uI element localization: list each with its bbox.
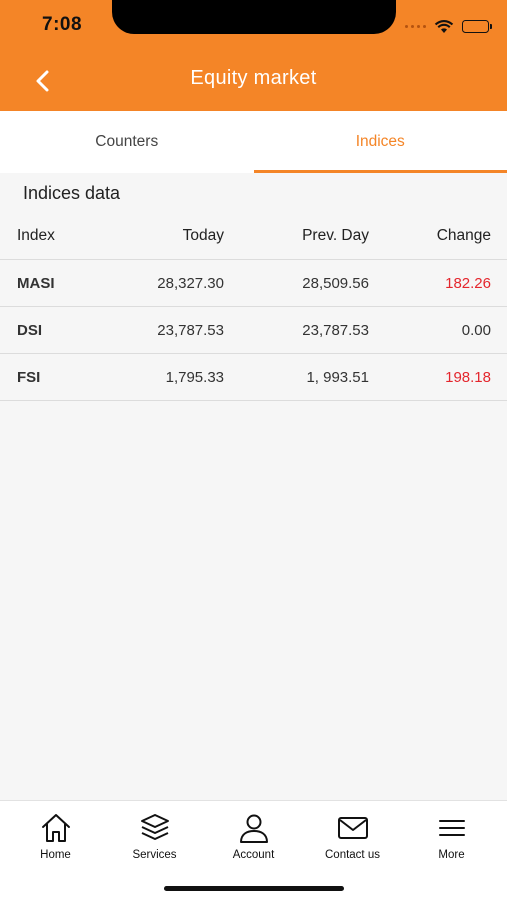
table-row[interactable]: FSI 1,795.33 1, 993.51 198.18 <box>0 354 507 401</box>
column-header-index: Index <box>17 227 55 244</box>
battery-icon <box>462 19 492 33</box>
nav-label: Contact us <box>325 849 380 861</box>
table-row[interactable]: MASI 28,327.30 28,509.56 182.26 <box>0 260 507 307</box>
nav-item-account[interactable]: Account <box>209 811 299 861</box>
index-name: MASI <box>17 274 55 292</box>
app-header: 7:08 Equity market <box>0 0 507 111</box>
change-value: 182.26 <box>445 274 491 292</box>
tab-counters[interactable]: Counters <box>0 111 254 173</box>
column-header-today: Today <box>182 227 224 244</box>
tab-bar: Counters Indices <box>0 111 507 173</box>
today-value: 23,787.53 <box>157 321 224 339</box>
bottom-navigation: Home Services Account Contact us More <box>0 800 507 900</box>
cellular-signal-icon <box>405 24 426 28</box>
table-row[interactable]: DSI 23,787.53 23,787.53 0.00 <box>0 307 507 354</box>
nav-label: More <box>438 849 465 861</box>
nav-label: Home <box>40 849 71 861</box>
nav-item-contact[interactable]: Contact us <box>308 811 398 861</box>
change-value: 198.18 <box>445 368 491 386</box>
table-header-row: Index Today Prev. Day Change <box>0 213 507 260</box>
nav-label: Account <box>232 849 275 861</box>
device-notch <box>112 0 396 34</box>
prev-day-value: 28,509.56 <box>302 274 369 292</box>
layers-icon <box>140 814 169 840</box>
change-value: 0.00 <box>461 321 491 339</box>
index-name: FSI <box>17 368 41 386</box>
wifi-icon <box>434 19 454 33</box>
tab-indices[interactable]: Indices <box>253 111 507 173</box>
prev-day-value: 1, 993.51 <box>306 368 369 386</box>
page-title: Equity market <box>190 67 317 89</box>
indices-table: Index Today Prev. Day Change MASI 28,327… <box>0 213 507 401</box>
today-value: 1,795.33 <box>165 368 224 386</box>
status-time: 7:08 <box>42 14 83 35</box>
section-title: Indices data <box>23 183 121 203</box>
today-value: 28,327.30 <box>157 274 224 292</box>
index-name: DSI <box>17 321 43 339</box>
column-header-change: Change <box>436 227 491 244</box>
home-indicator[interactable] <box>164 886 344 891</box>
user-icon <box>239 814 268 843</box>
nav-label: Services <box>132 849 177 861</box>
main-content: Indices data Index Today Prev. Day Chang… <box>0 173 507 800</box>
nav-item-services[interactable]: Services <box>110 811 200 861</box>
prev-day-value: 23,787.53 <box>302 321 369 339</box>
mail-icon <box>337 817 368 839</box>
column-header-prev-day: Prev. Day <box>302 227 369 244</box>
status-icons <box>405 16 492 36</box>
menu-icon <box>438 820 465 836</box>
home-icon <box>41 814 70 842</box>
screen: 7:08 Equity market Counters Indices Indi… <box>0 0 507 900</box>
nav-item-home[interactable]: Home <box>11 811 101 861</box>
nav-item-more[interactable]: More <box>407 811 497 861</box>
